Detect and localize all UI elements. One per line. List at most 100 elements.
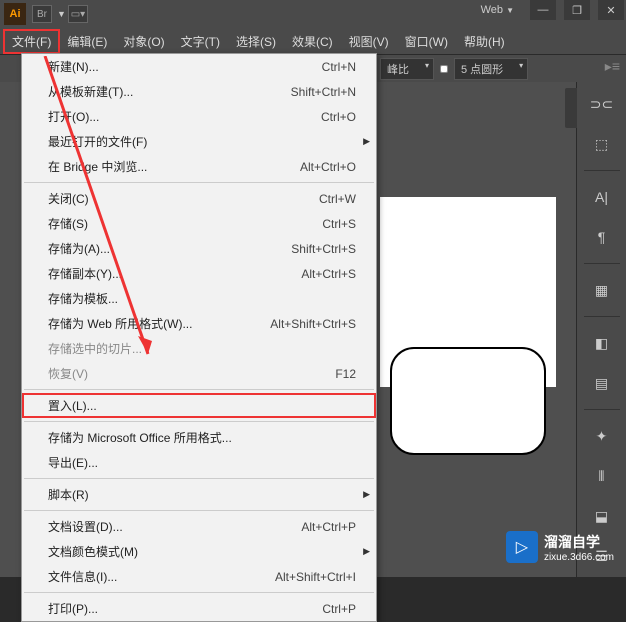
menu-item-shortcut: Ctrl+S — [322, 217, 356, 231]
menu-item-label: 存储为 Web 所用格式(W)... — [48, 315, 192, 332]
watermark-title: 溜溜自学 — [544, 532, 614, 552]
menu-item-shortcut: Alt+Ctrl+S — [301, 267, 356, 281]
menu-item-label: 存储为模板... — [48, 290, 118, 307]
panel-separator — [584, 409, 620, 410]
menu-item: 存储选中的切片... — [22, 336, 376, 361]
menu-item-shortcut: Alt+Ctrl+O — [300, 160, 356, 174]
bridge-icon[interactable]: Br — [32, 5, 52, 23]
menu-item[interactable]: 打开(O)... Ctrl+O — [22, 104, 376, 129]
app-icon: Ai — [4, 3, 26, 25]
transform-icon[interactable]: ⬚ — [590, 132, 614, 156]
menu-item-label: 从模板新建(T)... — [48, 83, 133, 100]
menu-item[interactable]: 置入(L)... — [22, 393, 376, 418]
watermark-url: zixue.3d66.com — [544, 552, 614, 563]
menu-item[interactable]: 存储(S) Ctrl+S — [22, 211, 376, 236]
menu-item[interactable]: 存储为 Microsoft Office 所用格式... — [22, 425, 376, 450]
menu-item-shortcut: Ctrl+W — [319, 192, 356, 206]
menu-separator — [24, 389, 374, 390]
menu-item-label: 存储选中的切片... — [48, 340, 142, 357]
right-panel: ⊃⊂ ⬚ A| ¶ ▦ ◧ ▤ ✦ ⫴ ⬓ ☰ — [576, 82, 626, 577]
panel-separator — [584, 170, 620, 171]
panel-options-icon[interactable]: ▸≡ — [605, 58, 620, 75]
menu-item-label: 恢复(V) — [48, 365, 88, 382]
menu-help[interactable]: 帮助(H) — [456, 30, 513, 53]
character-icon[interactable]: A| — [590, 185, 614, 209]
menu-item[interactable]: 最近打开的文件(F) — [22, 129, 376, 154]
menu-item[interactable]: 存储为 Web 所用格式(W)... Alt+Shift+Ctrl+S — [22, 311, 376, 336]
menu-item[interactable]: 从模板新建(T)... Shift+Ctrl+N — [22, 79, 376, 104]
menu-type[interactable]: 文字(T) — [173, 30, 228, 53]
menu-item[interactable]: 新建(N)... Ctrl+N — [22, 54, 376, 79]
menu-item[interactable]: 打印(P)... Ctrl+P — [22, 596, 376, 621]
menu-item-shortcut: Ctrl+P — [322, 602, 356, 616]
menu-item-label: 打开(O)... — [48, 108, 99, 125]
menu-separator — [24, 592, 374, 593]
pathfinder-icon[interactable]: ⬓ — [590, 504, 614, 528]
stroke-select[interactable]: 5 点圆形▾ — [454, 58, 528, 80]
menu-item-label: 文档设置(D)... — [48, 518, 123, 535]
menu-item-label: 新建(N)... — [48, 58, 99, 75]
menu-item-shortcut: Alt+Shift+Ctrl+S — [270, 317, 356, 331]
menu-item-label: 存储为(A)... — [48, 240, 110, 257]
layout-icon[interactable]: ▭▾ — [68, 5, 88, 23]
close-button[interactable]: ✕ — [598, 0, 624, 20]
menu-item-label: 存储(S) — [48, 215, 88, 232]
menu-item[interactable]: 文档设置(D)... Alt+Ctrl+P — [22, 514, 376, 539]
watermark-logo-icon: ▷ — [506, 531, 538, 563]
menu-item-label: 文档颜色模式(M) — [48, 543, 138, 560]
paragraph-icon[interactable]: ¶ — [590, 225, 614, 249]
workspace-label[interactable]: Web ▼ — [481, 4, 514, 16]
watermark: ▷ 溜溜自学 zixue.3d66.com — [506, 531, 614, 563]
menu-item[interactable]: 存储副本(Y)... Alt+Ctrl+S — [22, 261, 376, 286]
color-swatch[interactable] — [440, 65, 448, 73]
panel-separator — [584, 263, 620, 264]
menu-item[interactable]: 文档颜色模式(M) — [22, 539, 376, 564]
swatches-icon[interactable]: ▤ — [590, 371, 614, 395]
menu-item-label: 置入(L)... — [48, 397, 97, 414]
menu-item-label: 存储为 Microsoft Office 所用格式... — [48, 429, 232, 446]
menu-object[interactable]: 对象(O) — [115, 30, 172, 53]
menu-separator — [24, 510, 374, 511]
menu-item-label: 导出(E)... — [48, 454, 98, 471]
menu-item[interactable]: 在 Bridge 中浏览... Alt+Ctrl+O — [22, 154, 376, 179]
panel-separator — [584, 316, 620, 317]
menu-item-shortcut: Shift+Ctrl+S — [291, 242, 356, 256]
color-icon[interactable]: ◧ — [590, 331, 614, 355]
menu-item-label: 在 Bridge 中浏览... — [48, 158, 147, 175]
menu-item-shortcut: F12 — [335, 367, 356, 381]
menu-item-label: 最近打开的文件(F) — [48, 133, 147, 150]
align-icon[interactable]: ⫴ — [590, 464, 614, 488]
titlebar-dropdown[interactable]: ▼ — [57, 9, 66, 19]
menu-file[interactable]: 文件(F) — [4, 30, 59, 53]
minimize-button[interactable]: — — [530, 0, 556, 20]
menubar: 文件(F) 编辑(E) 对象(O) 文字(T) 选择(S) 效果(C) 视图(V… — [0, 28, 626, 54]
menu-item[interactable]: 存储为(A)... Shift+Ctrl+S — [22, 236, 376, 261]
symbols-icon[interactable]: ✦ — [590, 424, 614, 448]
menu-item-label: 脚本(R) — [48, 486, 89, 503]
menu-window[interactable]: 窗口(W) — [397, 30, 456, 53]
panel-collapse-tab[interactable] — [565, 88, 577, 128]
gradient-icon[interactable]: ▦ — [590, 278, 614, 302]
menu-edit[interactable]: 编辑(E) — [59, 30, 115, 53]
menu-item-shortcut: Ctrl+O — [321, 110, 356, 124]
menu-item-label: 打印(P)... — [48, 600, 98, 617]
menu-separator — [24, 478, 374, 479]
menu-separator — [24, 421, 374, 422]
prefs-select[interactable]: 峰比▾ — [380, 58, 434, 80]
restore-button[interactable]: ❐ — [564, 0, 590, 20]
menu-item-label: 存储副本(Y)... — [48, 265, 122, 282]
menu-item[interactable]: 存储为模板... — [22, 286, 376, 311]
menu-item: 恢复(V) F12 — [22, 361, 376, 386]
menu-item[interactable]: 关闭(C)Ctrl+W — [22, 186, 376, 211]
link-icon[interactable]: ⊃⊂ — [590, 92, 614, 116]
menu-item-shortcut: Shift+Ctrl+N — [291, 85, 356, 99]
menu-item[interactable]: 导出(E)... — [22, 450, 376, 475]
menu-item[interactable]: 脚本(R) — [22, 482, 376, 507]
menu-item-shortcut: Ctrl+N — [322, 60, 356, 74]
menu-effect[interactable]: 效果(C) — [284, 30, 341, 53]
menu-select[interactable]: 选择(S) — [228, 30, 284, 53]
menu-view[interactable]: 视图(V) — [341, 30, 397, 53]
menu-item-shortcut: Alt+Ctrl+P — [301, 520, 356, 534]
rounded-rect-shape[interactable] — [390, 347, 546, 455]
file-menu-dropdown: 新建(N)... Ctrl+N 从模板新建(T)... Shift+Ctrl+N 打开(… — [21, 53, 377, 622]
